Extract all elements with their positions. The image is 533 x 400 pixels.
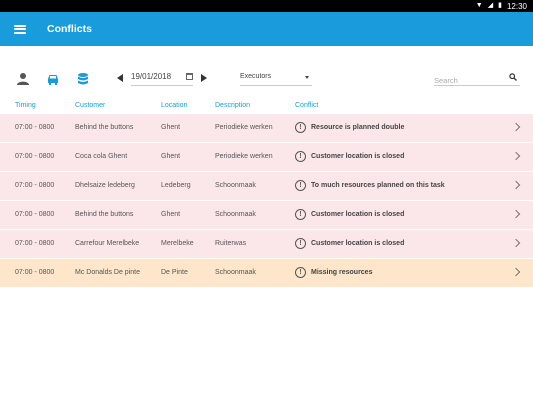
header-customer[interactable]: Customer: [75, 102, 105, 109]
search-icon[interactable]: [509, 73, 517, 81]
conflict-cell: Customer location is closed: [311, 240, 405, 247]
description-cell: Schoonmaak: [215, 182, 256, 189]
database-icon[interactable]: [76, 72, 90, 86]
conflicts-list: 07:00 - 0800 Behind the buttons Ghent Pe…: [0, 114, 533, 288]
table-row[interactable]: 07:00 - 0800 Carrefour Merelbeke Merelbe…: [0, 230, 533, 259]
customer-cell: Dhelsaize ledeberg: [75, 182, 135, 189]
header-conflict[interactable]: Conflict: [295, 102, 318, 109]
description-cell: Periodieke werken: [215, 124, 273, 131]
next-date-button[interactable]: [201, 74, 207, 82]
description-cell: Periodieke werken: [215, 153, 273, 160]
signal-icon: ◢: [487, 2, 494, 9]
conflict-cell: To much resources planned on this task: [311, 182, 445, 189]
customer-cell: Mc Donalds De pinte: [75, 269, 140, 276]
table-row[interactable]: 07:00 - 0800 Mc Donalds De pinte De Pint…: [0, 259, 533, 288]
customer-cell: Behind the buttons: [75, 124, 134, 131]
header-timing[interactable]: Timing: [15, 102, 36, 109]
calendar-icon[interactable]: [186, 73, 193, 80]
info-icon: !: [295, 209, 306, 220]
location-cell: Ledeberg: [161, 182, 191, 189]
location-cell: Ghent: [161, 124, 181, 131]
description-cell: Schoonmaak: [215, 269, 256, 276]
timing-cell: 07:00 - 0800: [15, 240, 55, 247]
status-bar: ▼ ◢ ▮ 12:30: [0, 0, 533, 12]
search-input[interactable]: [434, 73, 504, 88]
previous-date-button[interactable]: [117, 74, 123, 82]
table-row[interactable]: 07:00 - 0800 Behind the buttons Ghent Sc…: [0, 201, 533, 230]
header-description[interactable]: Description: [215, 102, 250, 109]
table-row[interactable]: 07:00 - 0800 Behind the buttons Ghent Pe…: [0, 114, 533, 143]
info-icon: !: [295, 238, 306, 249]
customer-cell: Coca cola Ghent: [75, 153, 128, 160]
search-box: [434, 70, 520, 88]
timing-cell: 07:00 - 0800: [15, 124, 55, 131]
table-row[interactable]: 07:00 - 0800 Coca cola Ghent Ghent Perio…: [0, 143, 533, 172]
caret-down-icon: [305, 76, 309, 79]
timing-cell: 07:00 - 0800: [15, 211, 55, 218]
date-field[interactable]: 19/01/2018: [131, 70, 193, 86]
location-cell: Ghent: [161, 211, 181, 218]
table-row[interactable]: 07:00 - 0800 Dhelsaize ledeberg Ledeberg…: [0, 172, 533, 201]
conflict-cell: Customer location is closed: [311, 153, 405, 160]
executors-label: Executors: [240, 73, 272, 80]
wifi-icon: ▼: [475, 2, 483, 9]
timing-cell: 07:00 - 0800: [15, 182, 55, 189]
customer-cell: Behind the buttons: [75, 211, 134, 218]
location-cell: Ghent: [161, 153, 181, 160]
chevron-right-icon[interactable]: [511, 267, 521, 277]
location-cell: De Pinte: [161, 269, 188, 276]
menu-icon[interactable]: [14, 24, 26, 34]
info-icon: !: [295, 267, 306, 278]
timing-cell: 07:00 - 0800: [15, 153, 55, 160]
conflict-cell: Customer location is closed: [311, 211, 405, 218]
chevron-right-icon[interactable]: [511, 209, 521, 219]
conflict-cell: Missing resources: [311, 269, 373, 276]
car-icon[interactable]: [46, 72, 60, 86]
info-icon: !: [295, 180, 306, 191]
info-icon: !: [295, 122, 306, 133]
chevron-right-icon[interactable]: [511, 238, 521, 248]
person-icon[interactable]: [16, 72, 30, 86]
chevron-right-icon[interactable]: [511, 180, 521, 190]
description-cell: Schoonmaak: [215, 211, 256, 218]
date-value: 19/01/2018: [131, 72, 172, 81]
battery-icon: ▮: [498, 2, 502, 9]
chevron-right-icon[interactable]: [511, 151, 521, 161]
conflict-cell: Resource is planned double: [311, 124, 405, 131]
description-cell: Ruiterwas: [215, 240, 247, 247]
page-title: Conflicts: [47, 23, 92, 35]
timing-cell: 07:00 - 0800: [15, 269, 55, 276]
header-location[interactable]: Location: [161, 102, 187, 109]
chevron-right-icon[interactable]: [511, 122, 521, 132]
location-cell: Merelbeke: [161, 240, 194, 247]
info-icon: !: [295, 151, 306, 162]
status-time: 12:30: [506, 1, 527, 11]
customer-cell: Carrefour Merelbeke: [75, 240, 140, 247]
table-header: Timing Customer Location Description Con…: [0, 100, 533, 114]
executors-select[interactable]: Executors: [240, 70, 312, 86]
app-bar: Conflicts: [0, 12, 533, 46]
